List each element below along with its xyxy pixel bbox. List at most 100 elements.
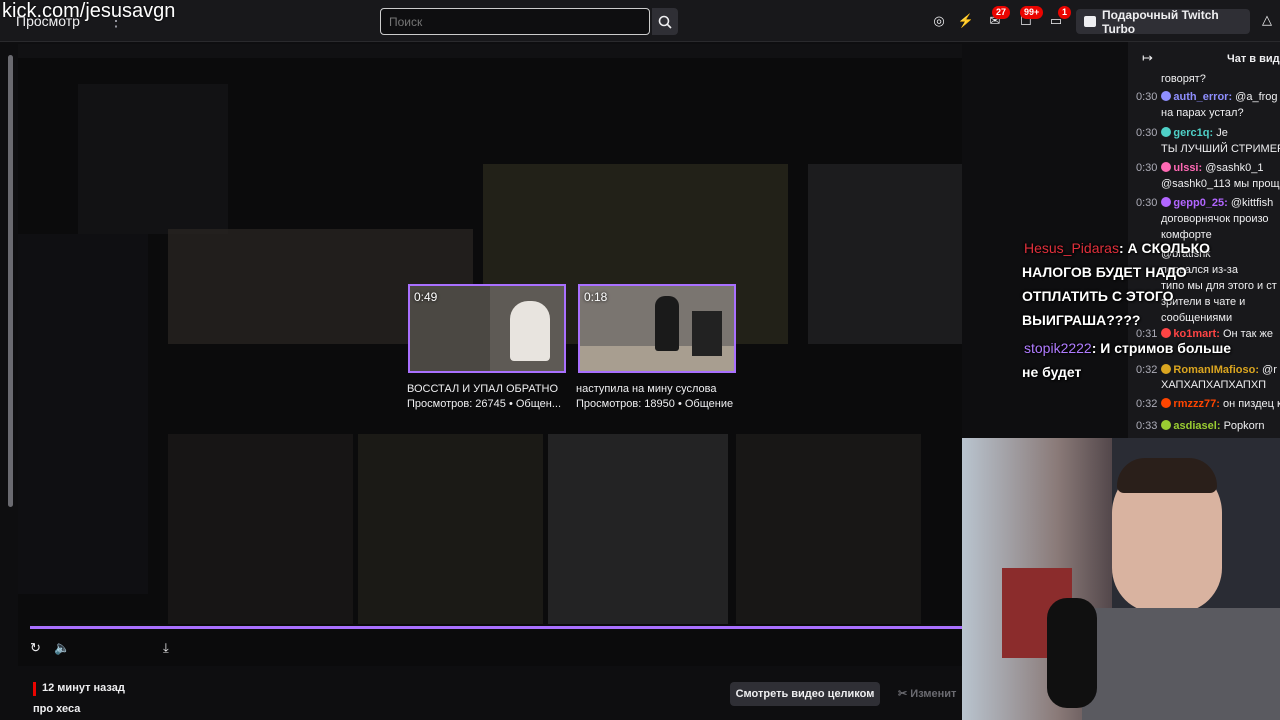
clip-card-2[interactable]: 0:18 <box>578 284 736 373</box>
chat-line: 0:30 gerc1q: Je <box>1136 127 1228 139</box>
chat-text: сообщениями <box>1161 312 1233 324</box>
chat-line: сообщениями <box>1161 312 1232 324</box>
chat-text: договорнячок произо <box>1161 213 1269 225</box>
clip-duration: 0:49 <box>414 290 438 304</box>
edit-label: Изменит <box>910 688 957 700</box>
whispers-badge: 1 <box>1058 6 1072 19</box>
chat-username[interactable]: asdiasel: <box>1173 420 1223 432</box>
chat-badge-icon <box>1161 127 1172 137</box>
chat-text: @a_frog <box>1235 91 1278 103</box>
notifications-badge: 99+ <box>1020 6 1044 19</box>
chat-line: @sashk0_113 мы прощ <box>1161 178 1280 190</box>
chat-text: на парах устал? <box>1161 107 1244 119</box>
bg-short-4 <box>736 434 921 624</box>
chat-timestamp: 0:32 <box>1136 398 1158 410</box>
chat-text: @sashk0_1 <box>1205 162 1264 174</box>
chat-text: @kittfish <box>1230 197 1274 209</box>
chat-username[interactable]: RomanIMafioso: <box>1173 364 1262 376</box>
chat-title: Чат в виде <box>1227 53 1280 65</box>
chat-line: 0:30 auth_error: @a_frog <box>1136 91 1278 103</box>
chat-badge-icon <box>1161 328 1172 338</box>
gift-turbo-button[interactable]: Подарочный Twitch Turbo <box>1076 8 1250 36</box>
chat-line: 0:33 asdiasel: Popkorn <box>1136 420 1265 432</box>
chat-timestamp: 0:33 <box>1136 420 1158 432</box>
drops-icon[interactable]: ⚡ <box>957 12 975 30</box>
overlay-username: Hesus_Pidaras <box>1024 240 1119 256</box>
clip-meta: Просмотров: 18950 • Общение <box>576 398 734 410</box>
edit-button[interactable]: ✂ Изменит <box>898 687 956 700</box>
overlay-chat-line: Hesus_Pidaras: А СКОЛЬКО <box>1024 240 1210 256</box>
overlay-text: ОТПЛАТИТЬ С ЭТОГО <box>1022 288 1174 304</box>
search-button[interactable] <box>652 8 678 35</box>
chat-line: 0:32 RomanIMafioso: @r <box>1136 364 1277 376</box>
clip-duration: 0:18 <box>584 290 608 304</box>
bg-tabs <box>18 44 962 58</box>
bits-icon[interactable]: △ <box>1262 12 1272 28</box>
overlay-username: stopik2222 <box>1024 340 1092 356</box>
chat-timestamp: 0:30 <box>1136 127 1158 139</box>
chat-text: ТЫ ЛУЧШИЙ СТРИМЕР <box>1161 143 1280 155</box>
chat-line: на парах устал? <box>1161 107 1244 119</box>
chat-badge-icon <box>1161 420 1172 430</box>
overlay-text: : А СКОЛЬКО <box>1118 240 1211 256</box>
chat-timestamp: 0:31 <box>1136 328 1158 340</box>
chat-timestamp: 0:30 <box>1136 162 1158 174</box>
chat-badge-icon <box>1161 197 1172 207</box>
chat-text: говорят? <box>1161 73 1206 85</box>
live-indicator <box>33 682 36 696</box>
scrollbar[interactable] <box>8 55 13 507</box>
search-input[interactable] <box>380 8 650 35</box>
overlay-text: НАЛОГОВ БУДЕТ НАДО <box>1022 264 1187 280</box>
chat-line: говорят? <box>1161 73 1206 85</box>
chat-line: договорнячок произо <box>1161 213 1269 225</box>
gift-icon <box>1084 16 1096 27</box>
bg-panel <box>78 84 228 234</box>
overlay-text: не будет <box>1022 364 1082 380</box>
overlay-chat-line: ОТПЛАТИТЬ С ЭТОГО <box>1022 288 1174 304</box>
chat-badge-icon <box>1161 162 1172 172</box>
overlay-chat-line: НАЛОГОВ БУДЕТ НАДО <box>1022 264 1187 280</box>
bg-sidebar <box>18 234 148 594</box>
clip-title[interactable]: наступила на мину суслова <box>576 383 717 395</box>
clip-title[interactable]: ВОССТАЛ И УПАЛ ОБРАТНО <box>407 383 558 395</box>
chat-text: @sashk0_113 мы прощ <box>1161 178 1280 190</box>
webcam-feed <box>962 438 1280 720</box>
bg-short-1 <box>168 434 353 624</box>
replay-icon[interactable]: ↻ <box>30 640 41 656</box>
chat-timestamp: 0:30 <box>1136 91 1158 103</box>
prime-loot-icon[interactable]: ◎ <box>930 12 948 30</box>
search-icon <box>658 15 672 29</box>
chat-text: он пиздец ка <box>1222 398 1280 410</box>
chat-text: @r <box>1262 364 1277 376</box>
inbox-badge: 27 <box>992 6 1011 19</box>
download-icon[interactable]: ⤓ <box>163 640 169 656</box>
chat-line: ТЫ ЛУЧШИЙ СТРИМЕР <box>1161 143 1280 155</box>
chat-username[interactable]: ulssi: <box>1173 162 1205 174</box>
overlay-chat-line: ВЫИГРАША???? <box>1022 312 1140 328</box>
chat-header: ↦ Чат в виде <box>1128 42 1280 75</box>
chat-line: ХАПХАПХАПХАПХП <box>1161 379 1266 391</box>
chat-badge-icon <box>1161 91 1172 101</box>
bg-video-thumb-3 <box>808 164 962 344</box>
chat-text: Popkorn <box>1223 420 1265 432</box>
chat-username[interactable]: gerc1q: <box>1173 127 1216 139</box>
bg-short-3 <box>548 434 728 624</box>
chat-username[interactable]: ko1mart: <box>1173 328 1223 340</box>
volume-icon[interactable]: 🔈 <box>54 640 70 656</box>
collapse-chat-icon[interactable]: ↦ <box>1142 50 1153 66</box>
watch-full-video-button[interactable]: Смотреть видео целиком <box>730 682 880 706</box>
video-description: про хеса <box>33 703 81 715</box>
top-nav-bar: Просмотр ⋮ ◎ ⚡ ✉ 27 ☐ 99+ ▭ 1 Подарочный… <box>0 0 1280 42</box>
chat-badge-icon <box>1161 364 1172 374</box>
chat-text: ХАПХАПХАПХАПХП <box>1161 379 1267 391</box>
chat-line: 0:30 gepp0_25: @kittfish <box>1136 197 1273 209</box>
chat-timestamp: 0:30 <box>1136 197 1158 209</box>
chat-username[interactable]: auth_error: <box>1173 91 1235 103</box>
chat-username[interactable]: gepp0_25: <box>1173 197 1230 209</box>
overlay-text: : И стримов больше <box>1091 340 1232 356</box>
progress-bar[interactable] <box>30 626 962 629</box>
chat-text: типо мы для этого и ст <box>1161 280 1277 292</box>
clip-card-1[interactable]: 0:49 <box>408 284 566 373</box>
clip-meta: Просмотров: 26745 • Общен... <box>407 398 562 410</box>
chat-username[interactable]: rmzzz77: <box>1173 398 1223 410</box>
